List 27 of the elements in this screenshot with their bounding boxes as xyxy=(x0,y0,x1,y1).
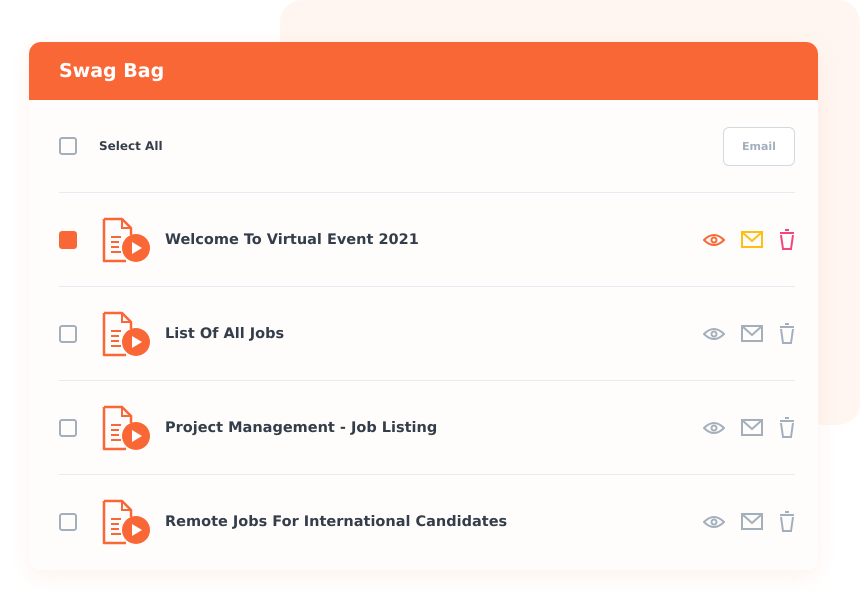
item-checkbox[interactable] xyxy=(59,418,77,436)
video-document-icon xyxy=(102,498,152,544)
view-eye-icon[interactable] xyxy=(703,420,725,434)
item-title: List Of All Jobs xyxy=(165,326,284,342)
item-title: Remote Jobs For International Candidates xyxy=(165,514,508,530)
view-eye-icon[interactable] xyxy=(703,326,725,340)
trash-bin-icon[interactable] xyxy=(779,511,795,532)
video-document-icon xyxy=(102,310,152,356)
item-checkbox[interactable] xyxy=(59,230,77,248)
item-title: Welcome To Virtual Event 2021 xyxy=(165,232,419,248)
view-eye-icon[interactable] xyxy=(703,514,725,528)
mail-envelope-icon[interactable] xyxy=(741,325,763,342)
item-checkbox[interactable] xyxy=(59,324,77,342)
trash-bin-icon[interactable] xyxy=(779,229,795,250)
view-eye-icon[interactable] xyxy=(703,232,725,246)
trash-bin-icon[interactable] xyxy=(779,323,795,344)
video-document-icon xyxy=(102,404,152,450)
select-all-label: Select All xyxy=(99,139,163,153)
item-checkbox[interactable] xyxy=(59,512,77,530)
mail-envelope-icon[interactable] xyxy=(741,513,763,530)
trash-bin-icon[interactable] xyxy=(779,417,795,438)
card-title: Swag Bag xyxy=(59,60,164,82)
video-document-icon xyxy=(102,216,152,262)
item-title: Project Management - Job Listing xyxy=(165,420,438,436)
mail-envelope-icon[interactable] xyxy=(741,231,763,248)
select-all-checkbox[interactable] xyxy=(59,137,77,155)
mail-envelope-icon[interactable] xyxy=(741,419,763,436)
